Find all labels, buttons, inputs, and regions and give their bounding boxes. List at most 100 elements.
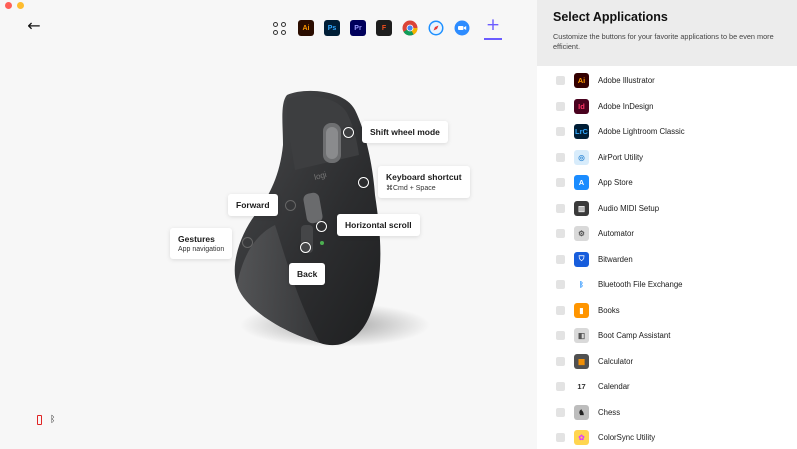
illustrator-tab-icon[interactable]: Ai: [298, 20, 314, 36]
photoshop-tab-icon[interactable]: Ps: [324, 20, 340, 36]
app-name: Calculator: [598, 356, 634, 366]
forward-callout[interactable]: Forward: [228, 194, 278, 216]
back-callout[interactable]: Back: [289, 263, 326, 285]
app-checkbox[interactable]: [556, 280, 565, 290]
app-name: Bluetooth File Exchange: [598, 280, 683, 290]
callout-sublabel: App navigation: [178, 246, 225, 253]
close-window-icon[interactable]: [5, 2, 12, 9]
list-item[interactable]: ⛉ Bitwarden: [537, 247, 797, 273]
app-checkbox[interactable]: [556, 254, 565, 264]
app-name: Automator: [598, 229, 634, 239]
battery-icon: [37, 415, 42, 425]
chrome-tab-icon[interactable]: [402, 20, 418, 36]
app-checkbox[interactable]: [556, 101, 565, 111]
list-item[interactable]: ▥ Audio MIDI Setup: [537, 196, 797, 222]
zoom-tab-icon[interactable]: [454, 20, 470, 36]
app-icon: 17: [574, 379, 589, 395]
app-icon: Ai: [574, 73, 589, 89]
safari-tab-icon[interactable]: [428, 20, 444, 36]
app-name: Calendar: [598, 382, 630, 392]
figma-tab-icon[interactable]: F: [376, 20, 392, 36]
app-checkbox[interactable]: [556, 382, 565, 392]
app-icon: ⚙: [574, 226, 589, 242]
app-icon: ◧: [574, 328, 589, 344]
app-checkbox[interactable]: [556, 203, 565, 213]
app-checkbox[interactable]: [556, 433, 565, 443]
keyboard-shortcut-callout[interactable]: Keyboard shortcut ⌘Cmd + Space: [378, 166, 470, 198]
app-checkbox[interactable]: [556, 305, 565, 315]
application-list: Ai Adobe Illustrator Id Adobe InDesign LrC Ad…: [537, 66, 797, 449]
horizontal-scroll-hotspot[interactable]: [316, 221, 327, 232]
list-item[interactable]: LrC Adobe Lightroom Classic: [537, 119, 797, 145]
app-name: Books: [598, 305, 620, 315]
app-icon: Id: [574, 98, 589, 114]
forward-hotspot[interactable]: [285, 200, 296, 211]
app-checkbox[interactable]: [556, 76, 565, 86]
app-checkbox[interactable]: [556, 152, 565, 162]
app-icon: ᛒ: [574, 277, 589, 293]
app-name: Chess: [598, 407, 621, 417]
gestures-callout[interactable]: Gestures App navigation: [170, 228, 233, 259]
bluetooth-icon: ᛒ: [50, 415, 56, 425]
app-name: Adobe Illustrator: [598, 76, 655, 86]
app-name: Boot Camp Assistant: [598, 331, 671, 341]
back-arrow-icon[interactable]: ←: [24, 16, 44, 36]
list-item[interactable]: ✿ ColorSync Utility: [537, 425, 797, 449]
app-name: Audio MIDI Setup: [598, 203, 660, 213]
app-checkbox[interactable]: [556, 356, 565, 366]
add-application-button[interactable]: +: [484, 16, 502, 40]
window-controls: [5, 2, 24, 9]
back-hotspot[interactable]: [300, 242, 311, 253]
list-item[interactable]: ▮ Books: [537, 298, 797, 324]
app-name: ColorSync Utility: [598, 433, 656, 443]
callout-label: Horizontal scroll: [345, 220, 412, 230]
list-item[interactable]: A App Store: [537, 170, 797, 196]
application-tabs: Ai Ps Pr F +: [272, 16, 502, 40]
app-icon: ✿: [574, 430, 589, 446]
minimize-window-icon[interactable]: [17, 2, 24, 9]
callout-sublabel: ⌘Cmd + Space: [386, 185, 436, 192]
horizontal-scroll-callout[interactable]: Horizontal scroll: [337, 214, 420, 236]
premiere-tab-icon[interactable]: Pr: [350, 20, 366, 36]
list-item[interactable]: ▦ Calculator: [537, 349, 797, 375]
keyboard-shortcut-hotspot[interactable]: [358, 177, 369, 188]
app-checkbox[interactable]: [556, 407, 565, 417]
callout-label: Back: [297, 269, 318, 279]
app-checkbox[interactable]: [556, 178, 565, 188]
panel-title: Select Applications: [553, 10, 668, 24]
app-name: AirPort Utility: [598, 152, 644, 162]
app-icon: ◎: [574, 149, 589, 165]
app-icon: ♞: [574, 404, 589, 420]
app-checkbox[interactable]: [556, 229, 565, 239]
list-item[interactable]: Id Adobe InDesign: [537, 94, 797, 120]
app-name: Bitwarden: [598, 254, 633, 264]
list-item[interactable]: ᛒ Bluetooth File Exchange: [537, 272, 797, 298]
list-item[interactable]: 17 Calendar: [537, 374, 797, 400]
app-icon: LrC: [574, 124, 589, 140]
callout-label: Forward: [236, 200, 270, 210]
list-item[interactable]: ♞ Chess: [537, 400, 797, 426]
list-item[interactable]: ⚙ Automator: [537, 221, 797, 247]
panel-header: Select Applications Customize the button…: [537, 0, 797, 66]
app-icon: A: [574, 175, 589, 191]
app-name: Adobe Lightroom Classic: [598, 127, 685, 137]
list-item[interactable]: Ai Adobe Illustrator: [537, 68, 797, 94]
panel-description: Customize the buttons for your favorite …: [553, 32, 774, 51]
list-item[interactable]: ◎ AirPort Utility: [537, 145, 797, 171]
list-item[interactable]: ◧ Boot Camp Assistant: [537, 323, 797, 349]
all-applications-icon[interactable]: [272, 20, 288, 36]
select-applications-panel: Select Applications Customize the button…: [537, 0, 797, 449]
app-name: App Store: [598, 178, 633, 188]
app-icon: ▦: [574, 353, 589, 369]
gestures-hotspot[interactable]: [242, 237, 253, 248]
app-icon: ▮: [574, 302, 589, 318]
callout-label: Gestures: [178, 234, 215, 244]
app-name: Adobe InDesign: [598, 101, 654, 111]
device-status: ᛒ: [37, 415, 55, 425]
callout-label: Keyboard shortcut: [386, 172, 462, 182]
app-icon: ⛉: [574, 251, 589, 267]
shift-wheel-hotspot[interactable]: [343, 127, 354, 138]
app-checkbox[interactable]: [556, 127, 565, 137]
shift-wheel-mode-callout[interactable]: Shift wheel mode: [362, 121, 448, 143]
app-checkbox[interactable]: [556, 331, 565, 341]
